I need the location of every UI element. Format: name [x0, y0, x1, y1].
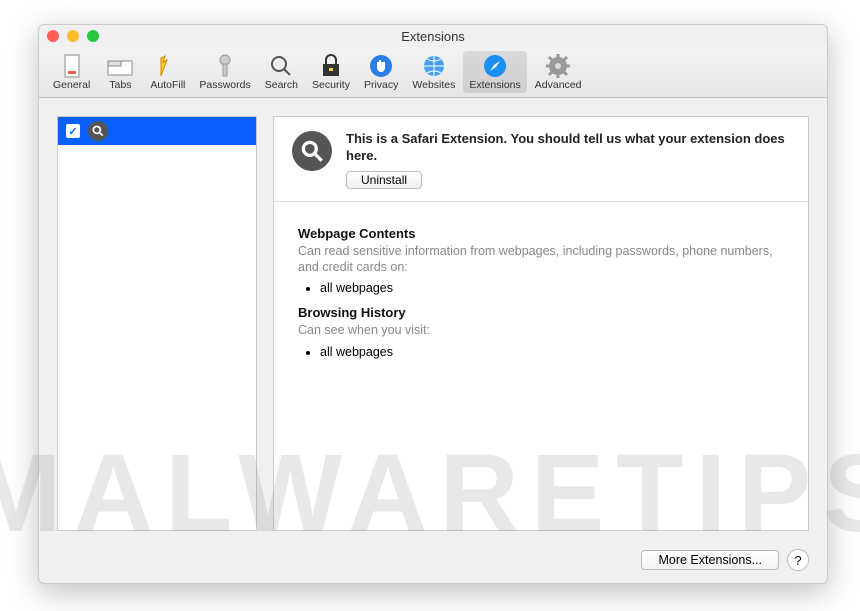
- tab-label: Advanced: [535, 79, 582, 91]
- search-icon: [292, 131, 332, 171]
- tab-advanced[interactable]: Advanced: [529, 51, 588, 93]
- gear-icon: [545, 53, 571, 79]
- titlebar: Extensions: [39, 25, 827, 47]
- detail-info: This is a Safari Extension. You should t…: [346, 131, 790, 189]
- permission-item: all webpages: [320, 345, 784, 359]
- more-extensions-button[interactable]: More Extensions...: [641, 550, 779, 570]
- tab-autofill[interactable]: AutoFill: [144, 51, 191, 93]
- extension-checkbox[interactable]: ✓: [66, 124, 80, 138]
- tab-passwords[interactable]: Passwords: [193, 51, 256, 93]
- tab-label: Search: [265, 79, 298, 91]
- tab-search[interactable]: Search: [259, 51, 304, 93]
- general-icon: [59, 53, 85, 79]
- tab-label: AutoFill: [150, 79, 185, 91]
- tab-security[interactable]: Security: [306, 51, 356, 93]
- detail-header: This is a Safari Extension. You should t…: [274, 117, 808, 202]
- permission-list: all webpages: [320, 345, 784, 359]
- permission-title: Webpage Contents: [298, 226, 784, 241]
- tab-label: Passwords: [199, 79, 250, 91]
- permission-title: Browsing History: [298, 305, 784, 320]
- permission-item: all webpages: [320, 281, 784, 295]
- hand-icon: [368, 53, 394, 79]
- compass-icon: [482, 53, 508, 79]
- tab-websites[interactable]: Websites: [406, 51, 461, 93]
- tabs-icon: [107, 53, 133, 79]
- tab-general[interactable]: General: [47, 51, 96, 93]
- search-icon: [88, 121, 108, 141]
- preferences-window: Extensions General Tabs AutoFill: [38, 24, 828, 584]
- permissions-section: Webpage Contents Can read sensitive info…: [274, 202, 808, 389]
- preferences-toolbar: General Tabs AutoFill Passwords: [39, 47, 827, 98]
- extension-detail: This is a Safari Extension. You should t…: [273, 116, 809, 531]
- extensions-list: ✓: [57, 116, 257, 531]
- tab-privacy[interactable]: Privacy: [358, 51, 404, 93]
- tab-label: Websites: [412, 79, 455, 91]
- permission-text: Can read sensitive information from webp…: [298, 243, 784, 276]
- tab-extensions[interactable]: Extensions: [463, 51, 526, 93]
- tab-label: Privacy: [364, 79, 398, 91]
- tab-label: General: [53, 79, 90, 91]
- tab-label: Security: [312, 79, 350, 91]
- permission-list: all webpages: [320, 281, 784, 295]
- tab-label: Tabs: [109, 79, 131, 91]
- key-icon: [212, 53, 238, 79]
- content-area: ✓ This is a Safari Extension. You should…: [39, 98, 827, 549]
- search-icon: [268, 53, 294, 79]
- globe-icon: [421, 53, 447, 79]
- help-button[interactable]: ?: [787, 549, 809, 571]
- uninstall-button[interactable]: Uninstall: [346, 171, 422, 189]
- autofill-icon: [155, 53, 181, 79]
- permission-text: Can see when you visit:: [298, 322, 784, 338]
- extension-description: This is a Safari Extension. You should t…: [346, 131, 790, 165]
- lock-icon: [318, 53, 344, 79]
- tab-tabs[interactable]: Tabs: [98, 51, 142, 93]
- footer: More Extensions... ?: [39, 549, 827, 583]
- tab-label: Extensions: [469, 79, 520, 91]
- extension-list-item[interactable]: ✓: [58, 117, 256, 145]
- window-title: Extensions: [39, 29, 827, 44]
